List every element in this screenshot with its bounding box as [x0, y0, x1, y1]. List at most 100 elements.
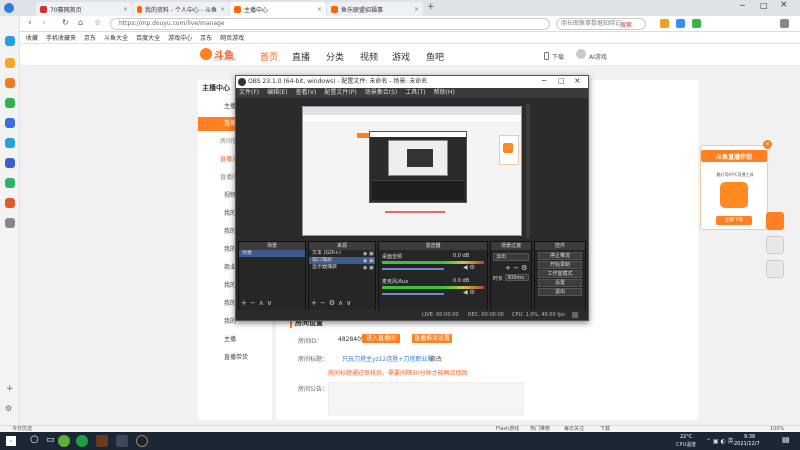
nav-live[interactable]: 直播	[292, 50, 310, 63]
bookmark[interactable]: 百度大全	[136, 33, 160, 42]
home-icon[interactable]: ⌂	[78, 18, 83, 27]
move-down-icon[interactable]: ∨	[267, 299, 275, 307]
start-recording-button[interactable]: 开始录制	[538, 261, 582, 269]
sidebar-app-icon[interactable]	[5, 218, 15, 228]
sidebar-app-icon[interactable]	[5, 178, 15, 188]
sidebar-app-icon[interactable]	[5, 158, 15, 168]
app-float-icon[interactable]	[766, 260, 784, 278]
obs-taskbar-icon[interactable]	[136, 435, 148, 447]
menu-file[interactable]: 文件(F)	[239, 88, 259, 98]
new-tab-icon[interactable]: +	[427, 2, 435, 12]
bookmark[interactable]: 手机收藏夹	[46, 33, 76, 42]
close-window-icon[interactable]: ×	[780, 0, 788, 10]
move-up-icon[interactable]: ∧	[259, 299, 267, 307]
forward-icon[interactable]: ›	[42, 18, 46, 28]
menu-view[interactable]: 查看(V)	[296, 88, 317, 98]
duration-input[interactable]: 300ms	[505, 274, 529, 281]
add-source-icon[interactable]: +	[311, 299, 320, 307]
username[interactable]: AI游戏	[589, 52, 607, 61]
menu-profile[interactable]: 配置文件(P)	[324, 88, 356, 98]
close-icon[interactable]: ×	[414, 6, 419, 13]
remove-source-icon[interactable]: −	[320, 299, 329, 307]
stop-streaming-button[interactable]: 停止推流	[538, 252, 582, 260]
tab-3[interactable]: 主播中心 ×	[230, 2, 326, 16]
enter-room-button[interactable]: 进入直播间	[362, 334, 400, 343]
menu-help[interactable]: 帮助(H)	[434, 88, 455, 98]
visibility-icon[interactable]: ◉ ▣	[363, 265, 374, 271]
promo-download-button[interactable]: 立即下载	[716, 216, 752, 225]
url-input[interactable]: https://mp.douyu.com/live/manage	[110, 18, 550, 30]
star-icon[interactable]: ☆	[94, 18, 101, 27]
taskbar-app-icon[interactable]	[76, 435, 88, 447]
settings-button[interactable]: 设置	[538, 279, 582, 287]
sidebar-app-icon[interactable]	[5, 198, 15, 208]
move-up-icon[interactable]: ∧	[338, 299, 346, 307]
mic-icon[interactable]: ◀ ⚙	[463, 289, 475, 296]
obs-preview-scrollbar[interactable]	[526, 104, 530, 238]
extension-icon[interactable]	[676, 19, 685, 28]
obs-title-bar[interactable]: OBS 23.1.0 (64-bit, windows) - 配置文件: 未命名…	[236, 76, 588, 88]
obs-minimize-icon[interactable]: ─	[542, 77, 546, 85]
remove-scene-icon[interactable]: −	[250, 299, 259, 307]
tab-2[interactable]: 我的资料 - 个人中心 - 斗鱼 ×	[133, 2, 229, 16]
nav-home[interactable]: 首页	[260, 50, 278, 63]
menu-scene-collection[interactable]: 场景集合(S)	[365, 88, 398, 98]
minimize-icon[interactable]: ─	[740, 1, 745, 10]
sidebar-app-icon[interactable]	[5, 78, 15, 88]
close-icon[interactable]: ×	[220, 6, 225, 13]
bookmark[interactable]: 游戏中心	[168, 33, 192, 42]
sidebar-app-icon[interactable]	[5, 36, 15, 46]
notification-icon[interactable]: ▤	[782, 435, 790, 444]
windows-start-icon[interactable]	[6, 436, 16, 446]
studio-mode-button[interactable]: 工作室模式	[538, 270, 582, 278]
add-scene-icon[interactable]: +	[241, 299, 250, 307]
maximize-icon[interactable]: □	[760, 1, 768, 10]
volume-slider[interactable]	[382, 268, 444, 270]
bookmark[interactable]: 斗鱼大全	[104, 33, 128, 42]
nav-fishbar[interactable]: 鱼吧	[426, 50, 444, 63]
search-input[interactable]: 朋长图像事数据知晓记	[556, 18, 646, 30]
bookmark[interactable]: 网页游戏	[220, 33, 244, 42]
bookmark[interactable]: 京东	[84, 33, 96, 42]
exit-button[interactable]: 退出	[538, 288, 582, 296]
promo-close-icon[interactable]: ×	[763, 140, 772, 149]
search-button[interactable]: 搜索	[620, 20, 632, 29]
taskbar-app-icon[interactable]	[58, 435, 70, 447]
nav-game[interactable]: 游戏	[392, 50, 410, 63]
side-item[interactable]: 直播带货	[198, 351, 272, 365]
obs-preview[interactable]	[302, 106, 522, 236]
taskbar-app-icon[interactable]	[96, 435, 108, 447]
home-float-icon[interactable]	[766, 236, 784, 254]
close-icon[interactable]: ×	[123, 6, 128, 13]
edit-title-button[interactable]: 修改	[430, 354, 442, 363]
sidebar-app-icon[interactable]	[5, 98, 15, 108]
task-view-icon[interactable]: ▭	[46, 435, 55, 445]
settings-icon[interactable]: ⚙	[5, 404, 12, 413]
extension-icon[interactable]	[660, 19, 669, 28]
visibility-icon[interactable]: ◉ ▣	[363, 251, 374, 257]
nav-video[interactable]: 视频	[360, 50, 378, 63]
menu-icon[interactable]	[780, 19, 789, 28]
speaker-icon[interactable]: ◀ ⚙	[463, 264, 475, 271]
visibility-icon[interactable]: ◉ ▣	[363, 258, 374, 264]
tray-icons[interactable]: ⌃ ▣ ◐ 英	[706, 436, 734, 445]
play-float-icon[interactable]	[766, 212, 784, 230]
tab-1[interactable]: 70赛网首页 ×	[36, 2, 132, 16]
sidebar-app-icon[interactable]	[5, 118, 15, 128]
room-notice-input[interactable]	[328, 382, 524, 416]
close-icon[interactable]: ×	[317, 6, 322, 13]
sidebar-app-icon[interactable]	[5, 138, 15, 148]
nav-category[interactable]: 分类	[326, 50, 344, 63]
add-icon[interactable]: +	[6, 384, 14, 394]
transition-select[interactable]: 淡出	[493, 253, 529, 261]
move-down-icon[interactable]: ∨	[346, 299, 354, 307]
refresh-icon[interactable]: ↻	[62, 18, 69, 27]
douyu-logo[interactable]: 斗鱼 DOUYU.COM	[200, 46, 244, 64]
search-icon[interactable]: ○	[30, 434, 39, 445]
scene-item[interactable]: 场景	[239, 250, 305, 257]
obs-close-icon[interactable]: ×	[574, 76, 581, 85]
download-link[interactable]: 下载	[552, 52, 564, 61]
side-item[interactable]: 主播	[198, 333, 272, 347]
obs-maximize-icon[interactable]: □	[558, 77, 565, 85]
gear-icon[interactable]: ⚙	[329, 299, 338, 307]
